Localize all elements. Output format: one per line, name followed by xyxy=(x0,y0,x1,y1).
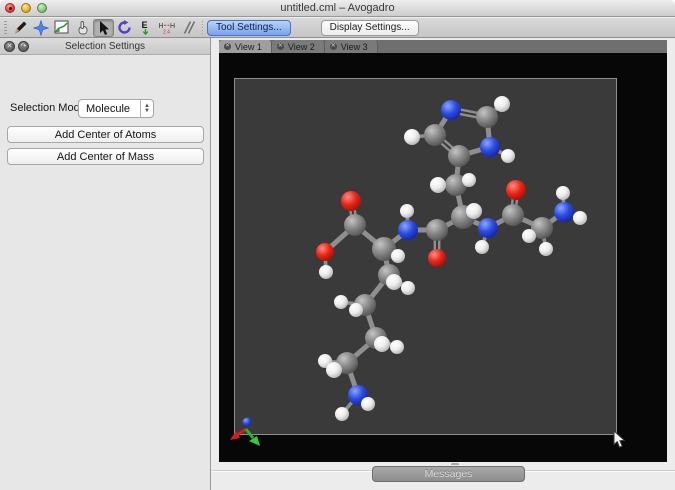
selection-mode-value: Molecule xyxy=(79,103,140,115)
add-center-of-atoms-button[interactable]: Add Center of Atoms xyxy=(7,126,204,143)
panel-title: Selection Settings xyxy=(0,41,210,52)
svg-text:E: E xyxy=(142,20,148,30)
view-tab-label: View 3 xyxy=(341,42,368,52)
avogadro-window: untitled.cml – Avogadro E HH2.4 Tool Sett… xyxy=(0,0,675,490)
display-settings-button[interactable]: Display Settings... xyxy=(321,20,419,36)
atom-O[interactable] xyxy=(428,249,446,267)
atom-H[interactable] xyxy=(573,211,587,225)
atom-H[interactable] xyxy=(475,240,489,254)
gl-viewport[interactable] xyxy=(219,53,667,462)
atom-H[interactable] xyxy=(334,295,348,309)
atom-C[interactable] xyxy=(424,124,446,146)
view-tab[interactable]: ✕ View 3 xyxy=(325,40,378,53)
auto-optimize-tool[interactable]: E xyxy=(135,19,156,37)
view-tab-bar: ✕ View 1 ✕ View 2 ✕ View 3 xyxy=(219,40,667,53)
atom-H[interactable] xyxy=(522,229,536,243)
atom-H[interactable] xyxy=(400,204,414,218)
atom-H[interactable] xyxy=(361,397,375,411)
atom-H[interactable] xyxy=(390,340,404,354)
atom-C[interactable] xyxy=(426,219,448,241)
atom-O[interactable] xyxy=(506,180,526,200)
tool-settings-button[interactable]: Tool Settings... xyxy=(207,20,291,36)
navigate-tool[interactable] xyxy=(30,19,51,37)
selection-settings-panel: ✕ ↷ Selection Settings Selection Mode: M… xyxy=(0,38,211,490)
atom-H[interactable] xyxy=(556,186,570,200)
atom-O[interactable] xyxy=(341,191,361,211)
title-bar[interactable]: untitled.cml – Avogadro xyxy=(0,0,675,17)
atom-H[interactable] xyxy=(539,242,553,256)
view-tab-label: View 2 xyxy=(288,42,315,52)
auto-rotate-tool[interactable] xyxy=(114,19,135,37)
view-tab-label: View 1 xyxy=(235,42,262,52)
mouse-cursor xyxy=(613,430,627,449)
atom-H[interactable] xyxy=(401,281,415,295)
bond-centric-manipulate-tool[interactable] xyxy=(51,19,72,37)
atom-N[interactable] xyxy=(441,100,461,120)
window-title: untitled.cml – Avogadro xyxy=(0,2,675,14)
selection-mode-dropdown[interactable]: Molecule ▲▼ xyxy=(78,99,154,118)
toolbar-separator xyxy=(200,21,204,35)
view-tab[interactable]: ✕ View 1 xyxy=(219,40,272,53)
atom-N[interactable] xyxy=(398,220,418,240)
stepper-arrows-icon[interactable]: ▲▼ xyxy=(140,100,153,117)
view-area: ✕ View 1 ✕ View 2 ✕ View 3 xyxy=(212,38,675,490)
tab-close-icon[interactable]: ✕ xyxy=(224,43,231,50)
tab-close-icon[interactable]: ✕ xyxy=(277,43,284,50)
atom-H[interactable] xyxy=(326,362,342,378)
atom-H[interactable] xyxy=(462,173,476,187)
atom-H[interactable] xyxy=(335,407,349,421)
manipulate-tool[interactable] xyxy=(72,19,93,37)
tab-close-icon[interactable]: ✕ xyxy=(330,43,337,50)
atom-C[interactable] xyxy=(476,106,498,128)
molecule-model[interactable] xyxy=(219,53,667,462)
atom-O[interactable] xyxy=(316,243,334,261)
atom-C[interactable] xyxy=(344,214,366,236)
atom-N[interactable] xyxy=(478,218,498,238)
atom-N[interactable] xyxy=(480,137,500,157)
svg-text:H: H xyxy=(170,23,175,30)
draw-tool[interactable] xyxy=(9,19,30,37)
atom-H[interactable] xyxy=(466,203,482,219)
view-tab[interactable]: ✕ View 2 xyxy=(272,40,325,53)
atom-H[interactable] xyxy=(501,149,515,163)
align-tool[interactable] xyxy=(177,19,198,37)
measure-tool[interactable]: HH2.4 xyxy=(156,19,177,37)
atom-H[interactable] xyxy=(374,336,390,352)
atom-H[interactable] xyxy=(391,249,405,263)
atom-C[interactable] xyxy=(448,145,470,167)
panel-header: ✕ ↷ Selection Settings xyxy=(0,38,210,55)
atom-H[interactable] xyxy=(386,274,402,290)
add-center-of-mass-button[interactable]: Add Center of Mass xyxy=(7,148,204,165)
atom-N[interactable] xyxy=(554,202,574,222)
atom-H[interactable] xyxy=(494,96,510,112)
selection-tool[interactable] xyxy=(93,19,114,37)
axis-indicator xyxy=(230,418,260,447)
toolbar: E HH2.4 Tool Settings... Display Settings… xyxy=(0,18,675,38)
atom-H[interactable] xyxy=(349,303,363,317)
bottom-bar: Messages xyxy=(212,462,675,490)
svg-text:2.4: 2.4 xyxy=(163,30,170,36)
atom-H[interactable] xyxy=(319,265,333,279)
atom-H[interactable] xyxy=(430,177,446,193)
messages-button[interactable]: Messages xyxy=(372,466,525,482)
atom-C[interactable] xyxy=(502,204,524,226)
atom-H[interactable] xyxy=(404,129,420,145)
toolbar-drag-handle[interactable] xyxy=(4,21,7,35)
